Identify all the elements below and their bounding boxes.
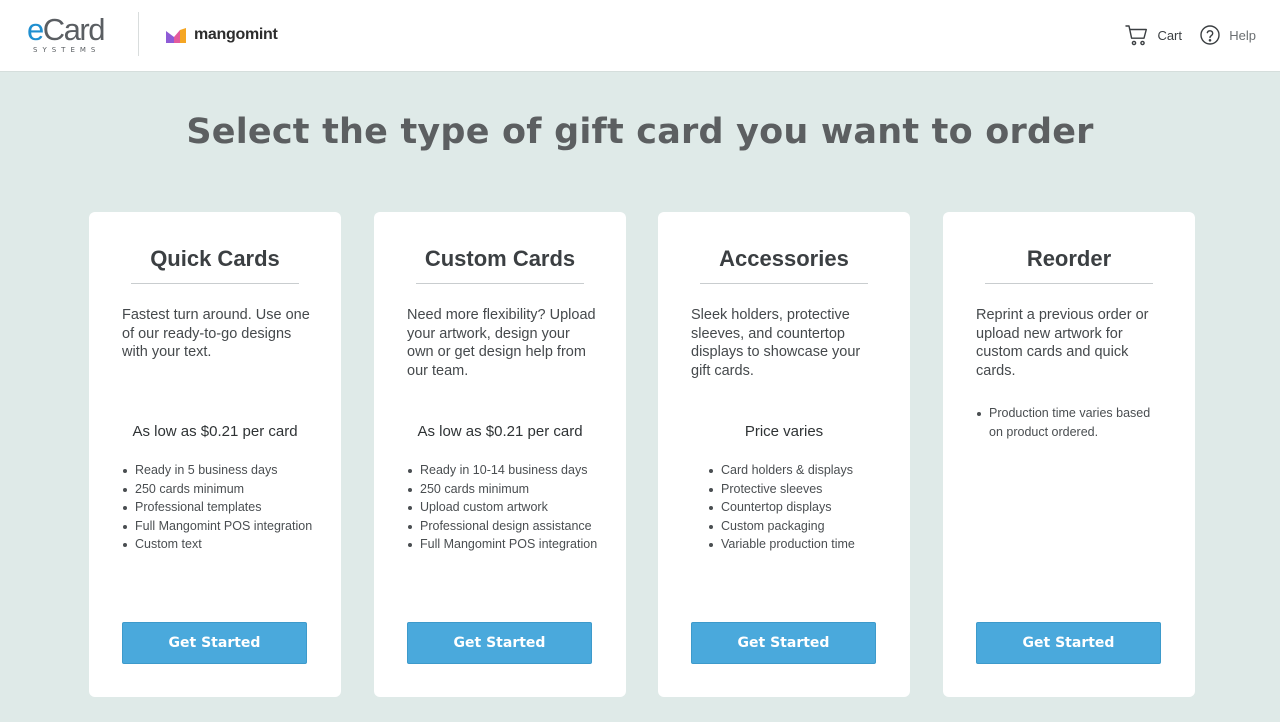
get-started-button[interactable]: Get Started (407, 622, 592, 664)
help-label: Help (1229, 27, 1256, 43)
card-title: Quick Cards (131, 246, 299, 284)
ecard-logo-subtitle: SYSTEMS (33, 46, 101, 54)
feature-item: Countertop displays (708, 498, 908, 517)
card-feature-list: Ready in 10-14 business days 250 cards m… (407, 461, 607, 554)
card-description: Reprint a previous order or upload new a… (976, 307, 1149, 379)
product-card-custom-cards: Custom Cards Need more flexibility? Uplo… (374, 212, 626, 697)
card-feature-list: Card holders & displays Protective sleev… (708, 461, 908, 554)
product-card-reorder: Reorder Reprint a previous order or uplo… (943, 212, 1195, 697)
get-started-button[interactable]: Get Started (976, 622, 1161, 664)
feature-item: Production time varies based on product … (976, 404, 1166, 441)
get-started-button[interactable]: Get Started (691, 622, 876, 664)
product-card-accessories: Accessories Sleek holders, protective sl… (658, 212, 910, 697)
card-title: Accessories (700, 246, 868, 284)
feature-item: Protective sleeves (708, 480, 908, 499)
ecard-logo[interactable]: eCard SYSTEMS (27, 13, 117, 57)
card-price: As low as $0.21 per card (132, 423, 298, 440)
get-started-button[interactable]: Get Started (122, 622, 307, 664)
feature-item: Upload custom artwork (407, 498, 607, 517)
mangomint-wordmark: mangomint (194, 26, 278, 43)
ecard-logo-wordmark: eCard (27, 12, 105, 47)
cart-icon (1125, 25, 1148, 46)
top-bar: eCard SYSTEMS mangomint Cart Help (0, 0, 1280, 72)
feature-item: Custom packaging (708, 517, 908, 536)
card-title: Custom Cards (416, 246, 584, 284)
feature-item: 250 cards minimum (122, 480, 322, 499)
card-description: Sleek holders, protective sleeves, and c… (691, 307, 861, 379)
feature-item: Custom text (122, 535, 322, 554)
feature-item: Variable production time (708, 535, 908, 554)
feature-item: Professional templates (122, 498, 322, 517)
cart-link[interactable]: Cart (1125, 22, 1182, 48)
card-description: Need more flexibility? Upload your artwo… (407, 307, 596, 379)
card-feature-list: Production time varies based on product … (976, 404, 1166, 441)
product-card-quick-cards: Quick Cards Fastest turn around. Use one… (89, 212, 341, 697)
card-price: Price varies (744, 423, 824, 440)
card-price: As low as $0.21 per card (417, 423, 583, 440)
card-feature-list: Ready in 5 business days 250 cards minim… (122, 461, 322, 554)
feature-item: Ready in 5 business days (122, 461, 322, 480)
feature-item: 250 cards minimum (407, 480, 607, 499)
help-link[interactable]: Help (1199, 22, 1256, 48)
feature-item: Ready in 10-14 business days (407, 461, 607, 480)
logo-divider (138, 12, 139, 56)
feature-item: Full Mangomint POS integration (407, 535, 607, 554)
feature-item: Professional design assistance (407, 517, 607, 536)
card-description: Fastest turn around. Use one of our read… (122, 307, 310, 360)
feature-item: Card holders & displays (708, 461, 908, 480)
mangomint-mark-icon (166, 28, 186, 43)
page-title: Select the type of gift card you want to… (186, 112, 1094, 152)
help-icon (1200, 25, 1220, 45)
card-title: Reorder (985, 246, 1153, 284)
feature-item: Full Mangomint POS integration (122, 517, 322, 536)
cart-label: Cart (1157, 27, 1182, 43)
